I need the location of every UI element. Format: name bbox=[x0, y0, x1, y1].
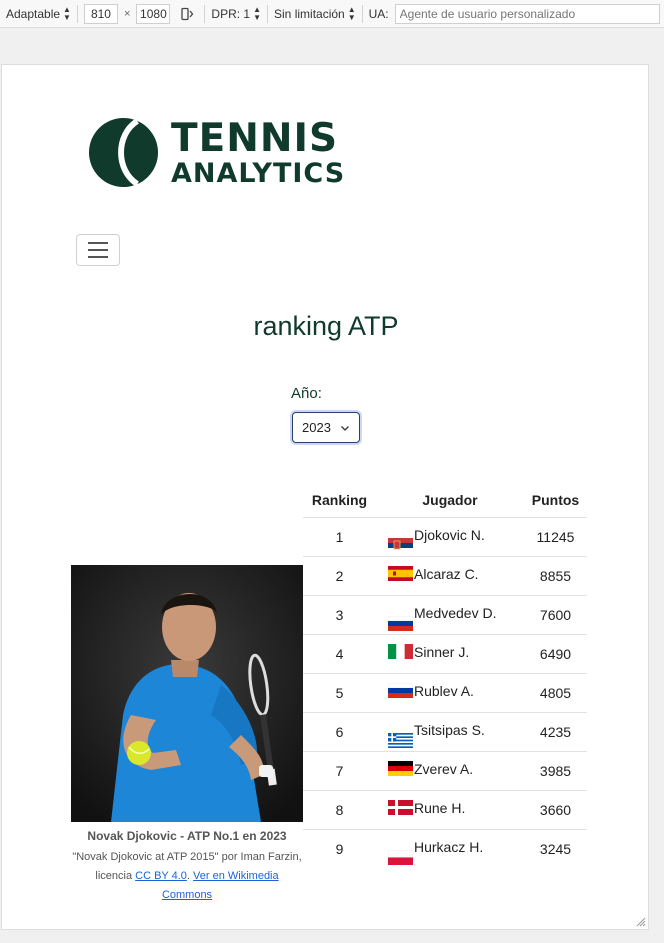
throttle-label: Sin limitación bbox=[274, 6, 345, 21]
player-photo bbox=[71, 565, 303, 822]
tennis-ball-icon bbox=[88, 117, 159, 188]
points-cell: 6490 bbox=[524, 633, 587, 673]
player-cell: Zverev A. bbox=[376, 750, 524, 790]
points-cell: 8855 bbox=[524, 555, 587, 595]
hamburger-icon bbox=[88, 242, 108, 244]
points-cell: 3245 bbox=[524, 828, 587, 868]
points-cell: 4235 bbox=[524, 711, 587, 751]
table-row: 8 Rune H. 3660 bbox=[303, 789, 587, 829]
year-select[interactable]: 2023 bbox=[292, 412, 360, 443]
device-select-label: Adaptable bbox=[6, 6, 61, 21]
italy-flag-icon bbox=[388, 643, 413, 659]
russia-flag-icon bbox=[388, 615, 413, 631]
player-name: Alcaraz C. bbox=[414, 565, 479, 582]
page-title: ranking ATP bbox=[253, 311, 399, 341]
points-cell: 3660 bbox=[524, 789, 587, 829]
dpr-label: DPR: 1 bbox=[211, 6, 251, 21]
table-row: 5 Rublev A. 4805 bbox=[303, 672, 587, 712]
resize-handle-icon[interactable] bbox=[636, 917, 646, 927]
credit-separator: . bbox=[186, 870, 190, 882]
player-cell: Rublev A. bbox=[376, 672, 524, 712]
rank-cell: 8 bbox=[303, 789, 376, 829]
points-cell: 4805 bbox=[524, 672, 587, 712]
player-photo-image bbox=[71, 565, 303, 822]
height-input[interactable]: 1080 bbox=[136, 3, 171, 24]
rank-cell: 5 bbox=[303, 672, 376, 712]
dpr-select[interactable]: DPR: 1 ▲ ▼ bbox=[205, 0, 267, 28]
year-label: Año: bbox=[291, 385, 322, 402]
updown-icon: ▲ ▼ bbox=[253, 4, 262, 22]
player-name: Rune H. bbox=[414, 799, 466, 816]
rank-cell: 2 bbox=[303, 555, 376, 595]
hamburger-icon bbox=[88, 249, 108, 251]
menu-toggle-button[interactable] bbox=[76, 234, 120, 266]
ranking-table: Ranking Jugador Puntos 1 Djokovic N. 112… bbox=[303, 483, 587, 868]
player-cell: Rune H. bbox=[376, 789, 524, 829]
table-row: 6 Tsitsipas S. 4235 bbox=[303, 711, 587, 751]
header-rank: Ranking bbox=[311, 491, 368, 508]
rotate-icon[interactable] bbox=[180, 7, 194, 21]
player-cell: Hurkacz H. bbox=[376, 828, 524, 868]
player-name: Rublev A. bbox=[414, 682, 474, 699]
user-agent-input[interactable] bbox=[394, 3, 660, 24]
points-cell: 3985 bbox=[524, 750, 587, 790]
license-link[interactable]: CC BY 4.0 bbox=[135, 870, 187, 882]
brand-line1: TENNIS bbox=[171, 115, 339, 161]
header-points: Puntos bbox=[531, 491, 580, 508]
player-cell: Djokovic N. bbox=[376, 516, 524, 556]
device-select[interactable]: Adaptable ▲ ▼ bbox=[0, 0, 77, 28]
player-name: Medvedev D. bbox=[414, 604, 497, 621]
updown-icon: ▲ ▼ bbox=[63, 4, 71, 22]
hamburger-icon bbox=[88, 256, 108, 258]
caption-title: Novak Djokovic - ATP No.1 en 2023 bbox=[87, 829, 287, 843]
rank-cell: 7 bbox=[303, 750, 376, 790]
player-name: Tsitsipas S. bbox=[414, 721, 485, 738]
player-name: Sinner J. bbox=[414, 643, 470, 660]
rank-cell: 6 bbox=[303, 711, 376, 751]
greece-flag-icon bbox=[388, 732, 413, 748]
table-row: 3 Medvedev D. 7600 bbox=[303, 594, 587, 634]
rank-cell: 3 bbox=[303, 594, 376, 634]
table-header-row: Ranking Jugador Puntos bbox=[303, 483, 587, 517]
rank-cell: 9 bbox=[303, 828, 376, 868]
player-name: Hurkacz H. bbox=[414, 838, 484, 855]
brand-line2: ANALYTICS bbox=[171, 157, 346, 189]
germany-flag-icon bbox=[388, 760, 413, 776]
table-row: 7 Zverev A. 3985 bbox=[303, 750, 587, 790]
rank-cell: 4 bbox=[303, 633, 376, 673]
photo-caption: Novak Djokovic - ATP No.1 en 2023 "Novak… bbox=[71, 827, 303, 905]
width-input[interactable]: 810 bbox=[83, 3, 118, 24]
ua-label: UA: bbox=[368, 6, 389, 21]
header-player: Jugador bbox=[422, 491, 478, 508]
year-select-value: 2023 bbox=[302, 420, 331, 435]
player-name: Djokovic N. bbox=[414, 526, 485, 543]
dimensions-group: 810 × 1080 bbox=[78, 0, 204, 28]
russia-flag-icon bbox=[388, 682, 413, 698]
player-cell: Tsitsipas S. bbox=[376, 711, 524, 751]
devtools-toolbar: Adaptable ▲ ▼ 810 × 1080 DPR: 1 ▲ ▼ Sin li… bbox=[0, 0, 664, 28]
photo-credit: "Novak Djokovic at ATP 2015" por Iman Fa… bbox=[71, 848, 303, 905]
throttle-select[interactable]: Sin limitación ▲ ▼ bbox=[268, 0, 362, 28]
updown-icon: ▲ ▼ bbox=[347, 4, 356, 22]
poland-flag-icon bbox=[388, 849, 413, 865]
player-cell: Alcaraz C. bbox=[376, 555, 524, 595]
page-viewport: TENNIS ANALYTICS ranking ATP Año: 2023 N… bbox=[1, 64, 649, 930]
times-sign: × bbox=[123, 7, 131, 20]
table-row: 4 Sinner J. 6490 bbox=[303, 633, 587, 673]
spain-flag-icon bbox=[388, 565, 413, 581]
points-cell: 11245 bbox=[524, 516, 587, 556]
denmark-flag-icon bbox=[388, 799, 413, 815]
serbia-flag-icon bbox=[388, 537, 413, 553]
player-cell: Sinner J. bbox=[376, 633, 524, 673]
player-cell: Medvedev D. bbox=[376, 594, 524, 634]
table-row: 2 Alcaraz C. 8855 bbox=[303, 555, 587, 595]
table-row: 9 Hurkacz H. 3245 bbox=[303, 828, 587, 868]
player-name: Zverev A. bbox=[414, 760, 474, 777]
brand-wordmark: TENNIS ANALYTICS bbox=[171, 119, 345, 187]
rank-cell: 1 bbox=[303, 516, 376, 556]
points-cell: 7600 bbox=[524, 594, 587, 634]
brand-logo[interactable]: TENNIS ANALYTICS bbox=[88, 117, 345, 188]
chevron-down-icon bbox=[340, 425, 349, 431]
table-row: 1 Djokovic N. 11245 bbox=[303, 516, 587, 556]
